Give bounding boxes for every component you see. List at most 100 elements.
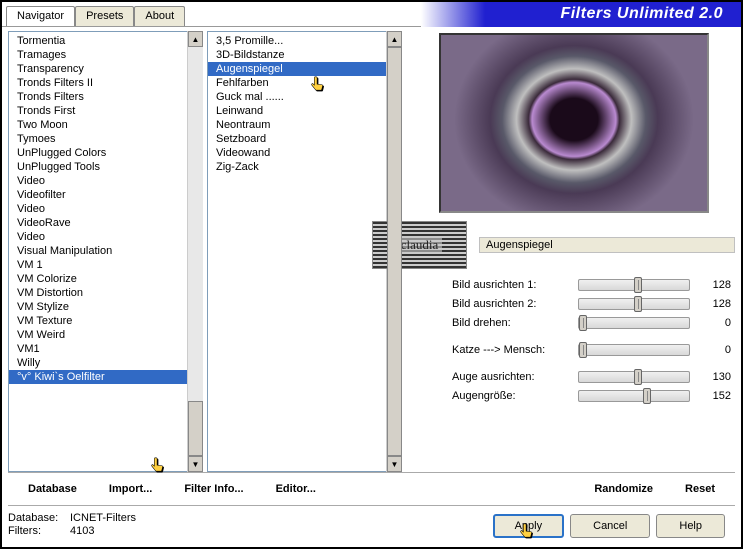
logo-row: claudia Augenspiegel — [372, 219, 735, 275]
tab-presets[interactable]: Presets — [75, 6, 134, 26]
randomize-button[interactable]: Randomize — [578, 479, 669, 499]
list-item[interactable]: VM Colorize — [9, 272, 187, 286]
database-value: ICNET-Filters — [70, 512, 136, 524]
status-info: Database:ICNET-Filters Filters:4103 — [8, 512, 136, 537]
preview-image — [441, 35, 707, 211]
right-panel: claudia Augenspiegel Bild ausrichten 1:1… — [406, 31, 735, 472]
list-item[interactable]: Two Moon — [9, 118, 187, 132]
slider-thumb[interactable] — [634, 369, 642, 385]
list-item[interactable]: Videofilter — [9, 188, 187, 202]
help-button[interactable]: Help — [656, 514, 725, 538]
list-item[interactable]: Augenspiegel — [208, 62, 386, 76]
preview-box — [439, 33, 709, 213]
list-item[interactable]: Video — [9, 230, 187, 244]
param-row: Bild drehen:0 — [412, 313, 735, 332]
param-label: Katze ---> Mensch: — [452, 344, 572, 356]
list-item[interactable]: VM Stylize — [9, 300, 187, 314]
tab-strip: Navigator Presets About — [6, 6, 185, 26]
list-item[interactable]: 3D-Bildstanze — [208, 48, 386, 62]
list-item[interactable]: Tronds Filters II — [9, 76, 187, 90]
param-row: Katze ---> Mensch:0 — [412, 340, 735, 359]
list-item[interactable]: VideoRave — [9, 216, 187, 230]
list-item[interactable]: VM Weird — [9, 328, 187, 342]
param-slider[interactable] — [578, 371, 690, 383]
slider-thumb[interactable] — [643, 388, 651, 404]
param-label: Auge ausrichten: — [452, 371, 572, 383]
list-item[interactable]: Visual Manipulation — [9, 244, 187, 258]
toolbar: Database Import... Filter Info... Editor… — [8, 472, 735, 506]
list-item[interactable]: Videowand — [208, 146, 386, 160]
param-value: 128 — [696, 279, 731, 291]
list-item[interactable]: VM Texture — [9, 314, 187, 328]
param-slider[interactable] — [578, 317, 690, 329]
parameter-group-1: Bild ausrichten 1:128Bild ausrichten 2:1… — [412, 275, 735, 332]
list-item[interactable]: Tronds First — [9, 104, 187, 118]
list-item[interactable]: UnPlugged Colors — [9, 146, 187, 160]
list-item[interactable]: Video — [9, 174, 187, 188]
list-item[interactable]: Tronds Filters — [9, 90, 187, 104]
category-scrollbar[interactable]: ▲ ▼ — [187, 31, 203, 472]
param-row: Bild ausrichten 2:128 — [412, 294, 735, 313]
filter-scrollbar[interactable]: ▲ ▼ — [386, 31, 402, 472]
scroll-down-button[interactable]: ▼ — [188, 456, 203, 472]
list-item[interactable]: Setzboard — [208, 132, 386, 146]
param-slider[interactable] — [578, 298, 690, 310]
list-item[interactable]: Zig-Zack — [208, 160, 386, 174]
param-row: Bild ausrichten 1: 128 — [412, 275, 735, 294]
scroll-up-button[interactable]: ▲ — [188, 31, 203, 47]
param-row: Auge ausrichten:130 — [412, 367, 735, 386]
list-item[interactable]: Guck mal ...... — [208, 90, 386, 104]
list-item[interactable]: Fehlfarben — [208, 76, 386, 90]
param-value: 128 — [696, 298, 731, 310]
list-item[interactable]: Willy — [9, 356, 187, 370]
list-item[interactable]: UnPlugged Tools — [9, 160, 187, 174]
list-item[interactable]: VM1 — [9, 342, 187, 356]
list-item[interactable]: Video — [9, 202, 187, 216]
editor-button[interactable]: Editor... — [260, 479, 332, 499]
list-item[interactable]: Tormentia — [9, 34, 187, 48]
param-value: 0 — [696, 317, 731, 329]
scroll-track[interactable] — [188, 47, 203, 456]
param-row: Augengröße: 152 — [412, 386, 735, 405]
param-label: Bild ausrichten 1: — [452, 279, 572, 291]
param-value: 152 — [696, 390, 731, 402]
tab-about[interactable]: About — [134, 6, 185, 26]
slider-thumb[interactable] — [634, 277, 642, 293]
list-item[interactable]: Neontraum — [208, 118, 386, 132]
filter-info-button[interactable]: Filter Info... — [168, 479, 259, 499]
list-item[interactable]: Leinwand — [208, 104, 386, 118]
parameter-group-2: Katze ---> Mensch:0 — [412, 340, 735, 359]
filter-list[interactable]: 3,5 Promille...3D-BildstanzeAugenspiegel… — [207, 31, 386, 472]
param-slider[interactable] — [578, 390, 690, 402]
category-list-container: TormentiaTramagesTransparencyTronds Filt… — [8, 31, 203, 472]
import-button[interactable]: Import... — [93, 479, 168, 499]
list-item[interactable]: Tymoes — [9, 132, 187, 146]
scroll-up-button[interactable]: ▲ — [387, 31, 402, 47]
scroll-down-button[interactable]: ▼ — [387, 456, 402, 472]
param-slider[interactable] — [578, 344, 690, 356]
slider-thumb[interactable] — [579, 342, 587, 358]
list-item[interactable]: VM Distortion — [9, 286, 187, 300]
database-button[interactable]: Database — [12, 479, 93, 499]
main-area: TormentiaTramagesTransparencyTronds Filt… — [2, 27, 741, 472]
param-label: Augengröße: — [452, 390, 572, 402]
list-item[interactable]: Transparency — [9, 62, 187, 76]
apply-button[interactable]: Apply — [493, 514, 565, 538]
list-item[interactable]: 3,5 Promille... — [208, 34, 386, 48]
parameter-group-3: Auge ausrichten:130 Augengröße: 152 — [412, 367, 735, 405]
param-slider[interactable] — [578, 279, 690, 291]
header-bar: Navigator Presets About Filters Unlimite… — [2, 2, 741, 27]
scroll-thumb[interactable] — [387, 47, 402, 456]
category-list[interactable]: TormentiaTramagesTransparencyTronds Filt… — [8, 31, 187, 472]
list-item[interactable]: VM 1 — [9, 258, 187, 272]
reset-button[interactable]: Reset — [669, 479, 731, 499]
list-item[interactable]: Tramages — [9, 48, 187, 62]
slider-thumb[interactable] — [579, 315, 587, 331]
scroll-thumb[interactable] — [188, 401, 203, 456]
cancel-button[interactable]: Cancel — [570, 514, 650, 538]
scroll-track[interactable] — [387, 47, 402, 456]
list-item[interactable]: °v° Kiwi`s Oelfilter — [9, 370, 187, 384]
tab-navigator[interactable]: Navigator — [6, 6, 75, 26]
database-label: Database: — [8, 512, 70, 524]
slider-thumb[interactable] — [634, 296, 642, 312]
